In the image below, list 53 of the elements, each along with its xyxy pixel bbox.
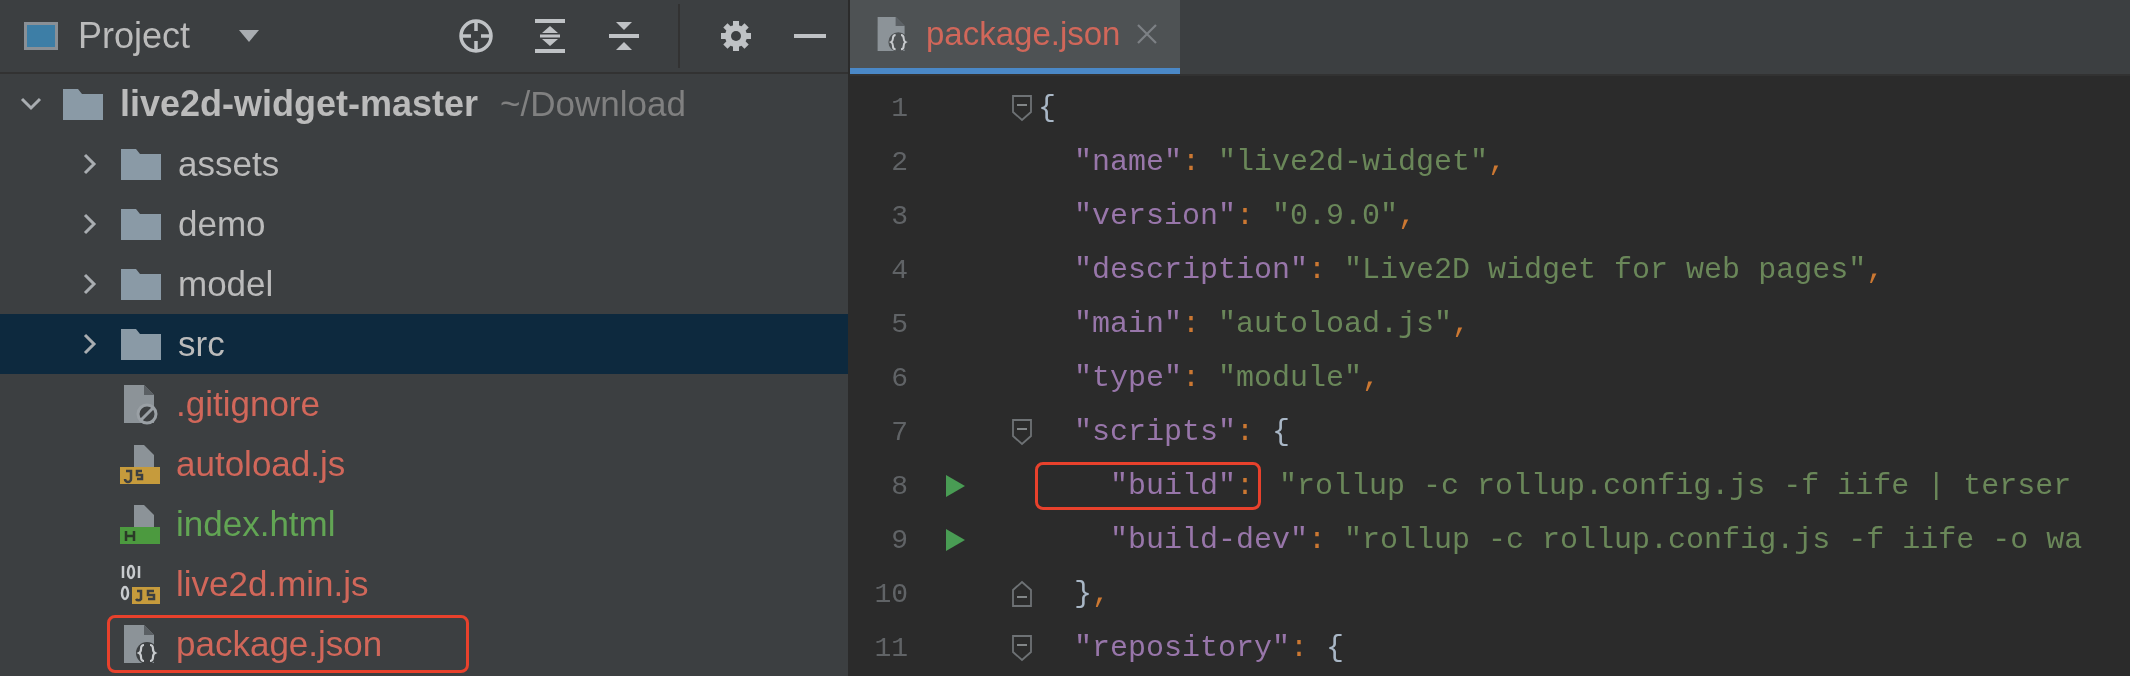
folder-icon — [120, 267, 162, 301]
line-number: 2 — [890, 146, 908, 178]
binary-js-file-icon — [120, 563, 160, 605]
code-line: "scripts": { — [1073, 414, 1291, 451]
line-number: 10 — [873, 578, 908, 610]
run-icon[interactable] — [944, 528, 966, 552]
line-number: 9 — [890, 524, 908, 556]
line-number: 5 — [890, 308, 908, 340]
expand-all-icon[interactable] — [532, 18, 568, 54]
folder-name[interactable]: src — [178, 324, 225, 364]
settings-icon[interactable] — [718, 18, 754, 54]
html-file-icon — [120, 503, 160, 545]
code-line: "type": "module", — [1073, 360, 1381, 397]
folder-name[interactable]: live2d-widget-master — [120, 83, 479, 125]
line-number: 7 — [890, 416, 908, 448]
code-line: "main": "autoload.js", — [1073, 306, 1471, 343]
window-icon — [24, 22, 58, 50]
fold-marker-icon[interactable] — [1011, 418, 1033, 446]
folder-name[interactable]: assets — [178, 144, 280, 184]
code-line: "name": "live2d-widget", — [1073, 144, 1507, 181]
line-number: 8 — [890, 470, 908, 502]
js-file-icon — [120, 443, 160, 485]
fold-marker-icon[interactable] — [1011, 580, 1033, 608]
panel-title[interactable]: Project — [78, 15, 191, 57]
folder-icon — [120, 327, 162, 361]
fold-marker-icon[interactable] — [1011, 634, 1033, 662]
folder-name[interactable]: demo — [178, 204, 266, 244]
file-name[interactable]: index.html — [176, 504, 336, 544]
file-name[interactable]: .gitignore — [176, 384, 320, 424]
code-line: "build-dev": "rollup -c rollup.config.js -f iife -o wa — [1109, 522, 2083, 559]
run-icon[interactable] — [944, 474, 966, 498]
code-line: { — [1038, 90, 1056, 127]
file-name[interactable]: live2d.min.js — [176, 564, 369, 604]
crosshair-icon[interactable] — [458, 18, 494, 54]
file-name[interactable]: autoload.js — [176, 444, 346, 484]
code-line: "build": "rollup -c rollup.config.js -f iife | terser — [1038, 462, 2072, 510]
code-line: "version": "0.9.0", — [1073, 198, 1417, 235]
file-name[interactable]: package.json — [176, 624, 383, 664]
code-line: }, — [1073, 576, 1111, 613]
folder-name[interactable]: model — [178, 264, 274, 304]
dropdown-caret-icon[interactable] — [238, 29, 261, 43]
line-number: 4 — [890, 254, 908, 286]
code-line: "repository": { — [1073, 630, 1345, 667]
line-number: 6 — [890, 362, 908, 394]
folder-icon — [120, 147, 162, 181]
line-number: 1 — [890, 92, 908, 124]
line-number: 11 — [873, 632, 908, 664]
folder-path: ~/Download — [500, 84, 686, 124]
line-number: 3 — [890, 200, 908, 232]
code-line: "description": "Live2D widget for web pages", — [1073, 252, 1885, 289]
folder-icon — [120, 207, 162, 241]
fold-marker-icon[interactable] — [1011, 94, 1033, 122]
folder-icon — [62, 87, 104, 121]
